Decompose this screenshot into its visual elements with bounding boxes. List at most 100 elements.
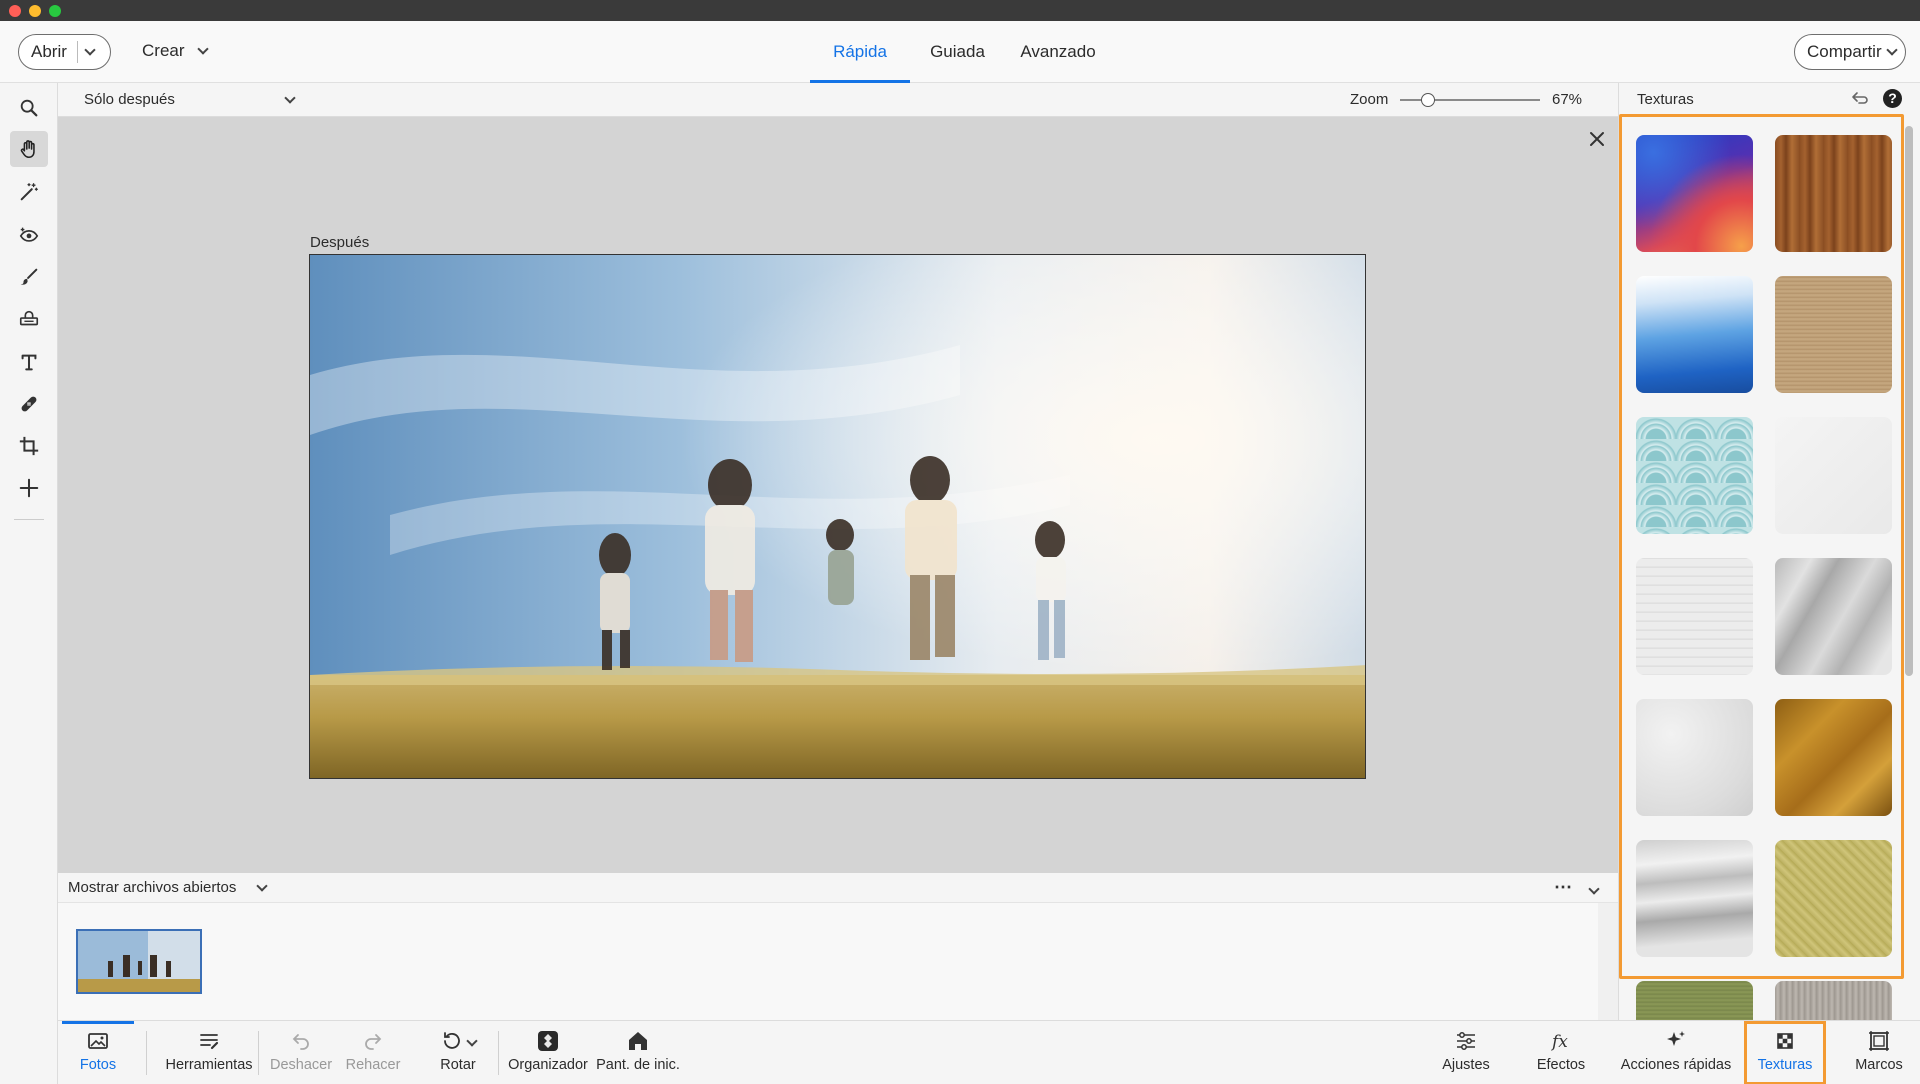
quick-actions-button[interactable]: Acciones rápidas <box>1606 1021 1746 1084</box>
home-screen-button[interactable]: Pant. de inic. <box>592 1021 684 1084</box>
view-select-value: Sólo después <box>84 91 175 108</box>
bottom-taskbar: Fotos Herramientas Deshacer Rehacer Rota… <box>58 1020 1920 1084</box>
undo-label: Deshacer <box>269 1057 333 1073</box>
textures-highlight-frame <box>1619 114 1904 979</box>
tools-icon <box>200 1034 219 1050</box>
tab-advanced[interactable]: Avanzado <box>1012 21 1104 83</box>
undo-button[interactable]: Deshacer <box>266 1021 336 1084</box>
chevron-down-icon[interactable] <box>466 1035 478 1047</box>
whiten-teeth-tool[interactable] <box>10 259 48 295</box>
more-options-icon[interactable]: ⋯ <box>1554 877 1573 898</box>
close-icon[interactable] <box>1588 130 1606 148</box>
options-bar: Sólo después Zoom 67% <box>58 83 1618 117</box>
tab-advanced-label: Avanzado <box>1020 42 1096 61</box>
photos-button[interactable]: Fotos <box>58 1021 138 1084</box>
share-label: Compartir <box>1807 42 1882 61</box>
zoom-slider-thumb[interactable] <box>1421 93 1435 107</box>
window-titlebar <box>0 0 1920 21</box>
quick-selection-tool[interactable] <box>10 174 48 210</box>
redo-icon <box>365 1034 382 1050</box>
show-open-files-select[interactable]: Mostrar archivos abiertos <box>68 879 269 896</box>
chevron-down-icon <box>284 91 296 104</box>
bandage-icon <box>21 396 37 412</box>
frame-icon <box>1869 1031 1889 1051</box>
crop-tool[interactable] <box>10 428 48 464</box>
family-photo[interactable] <box>309 254 1366 779</box>
level-icon <box>19 310 39 326</box>
photos-icon <box>88 1033 108 1049</box>
tab-quick-label: Rápida <box>833 42 887 61</box>
move-icon <box>19 478 39 498</box>
photos-label: Fotos <box>79 1057 117 1073</box>
create-label: Crear <box>142 41 185 60</box>
tools-button[interactable]: Herramientas <box>154 1021 264 1084</box>
tab-quick[interactable]: Rápida <box>810 21 910 83</box>
sparkle-icon <box>1667 1031 1685 1046</box>
eye-icon <box>19 227 39 242</box>
share-button[interactable]: Compartir <box>1794 34 1906 70</box>
hand-icon <box>20 140 35 159</box>
chevron-down-icon[interactable] <box>84 44 96 56</box>
redo-button[interactable]: Rehacer <box>338 1021 408 1084</box>
reset-icon[interactable] <box>1851 91 1869 107</box>
spot-healing-tool[interactable] <box>10 386 48 422</box>
redo-label: Rehacer <box>345 1057 401 1073</box>
move-tool[interactable] <box>10 470 48 506</box>
straighten-tool[interactable] <box>10 301 48 337</box>
organizer-button[interactable]: Organizador <box>506 1021 590 1084</box>
adjustments-label: Ajustes <box>1442 1057 1490 1073</box>
zoom-tool[interactable] <box>10 90 48 126</box>
help-icon[interactable]: ? <box>1883 89 1902 108</box>
zoom-label: Zoom <box>1350 91 1389 108</box>
files-bar: Mostrar archivos abiertos ⋯ <box>58 873 1618 903</box>
open-label: Abrir <box>31 42 67 61</box>
textures-button[interactable]: Texturas <box>1744 1021 1826 1084</box>
effects-label: Efectos <box>1536 1057 1586 1073</box>
sliders-icon <box>1457 1032 1475 1050</box>
chevron-down-icon <box>1588 883 1600 895</box>
zoom-value: 67% <box>1552 91 1583 108</box>
crop-icon <box>19 436 39 456</box>
textures-scrollbar[interactable] <box>1905 126 1913 676</box>
zoom-window-button[interactable] <box>49 5 61 17</box>
frames-button[interactable]: Marcos <box>1844 1021 1914 1084</box>
tab-guided[interactable]: Guiada <box>920 21 995 83</box>
chevron-down-icon <box>1885 44 1898 56</box>
texture-icon <box>1777 1033 1793 1049</box>
rotate-button[interactable]: Rotar <box>418 1021 498 1084</box>
close-window-button[interactable] <box>9 5 21 17</box>
textures-label: Texturas <box>1757 1057 1813 1073</box>
panel-title: Texturas <box>1637 91 1694 108</box>
minimize-window-button[interactable] <box>29 5 41 17</box>
quick-actions-label: Acciones rápidas <box>1620 1057 1732 1073</box>
app-header: Abrir Crear Rápida Guiada Avanzado Compa… <box>0 21 1920 83</box>
texture-tile-green-fabric[interactable] <box>1636 981 1753 1020</box>
magnifier-icon <box>20 99 38 117</box>
type-tool[interactable] <box>10 344 48 380</box>
photo-label: Después <box>310 234 370 251</box>
photo-bin <box>58 903 1598 1020</box>
effects-button[interactable]: fx Efectos <box>1524 1021 1598 1084</box>
create-menu[interactable]: Crear <box>142 41 209 61</box>
svg-text:fx: fx <box>1550 1032 1568 1052</box>
collapse-bin-button[interactable] <box>1588 880 1600 897</box>
red-eye-tool[interactable] <box>10 217 48 253</box>
organizer-label: Organizador <box>508 1057 588 1073</box>
tools-label: Herramientas <box>165 1057 253 1073</box>
textures-panel-header: Texturas ? <box>1619 83 1920 117</box>
chevron-down-icon <box>196 43 209 55</box>
type-icon <box>21 354 37 371</box>
rotate-label: Rotar <box>440 1057 476 1073</box>
texture-tile-grey-fabric[interactable] <box>1775 981 1892 1020</box>
adjustments-button[interactable]: Ajustes <box>1426 1021 1506 1084</box>
brush-icon <box>20 268 38 285</box>
home-icon <box>629 1032 647 1050</box>
open-button[interactable]: Abrir <box>18 34 111 70</box>
view-select[interactable]: Sólo después <box>84 91 296 108</box>
rotate-icon <box>444 1032 460 1049</box>
home-screen-label: Pant. de inic. <box>596 1057 680 1073</box>
photo-bin-scrollbar[interactable] <box>1598 903 1618 1020</box>
zoom-slider[interactable] <box>1400 93 1540 107</box>
hand-tool[interactable] <box>10 131 48 167</box>
thumbnail-family-photo[interactable] <box>76 929 202 994</box>
